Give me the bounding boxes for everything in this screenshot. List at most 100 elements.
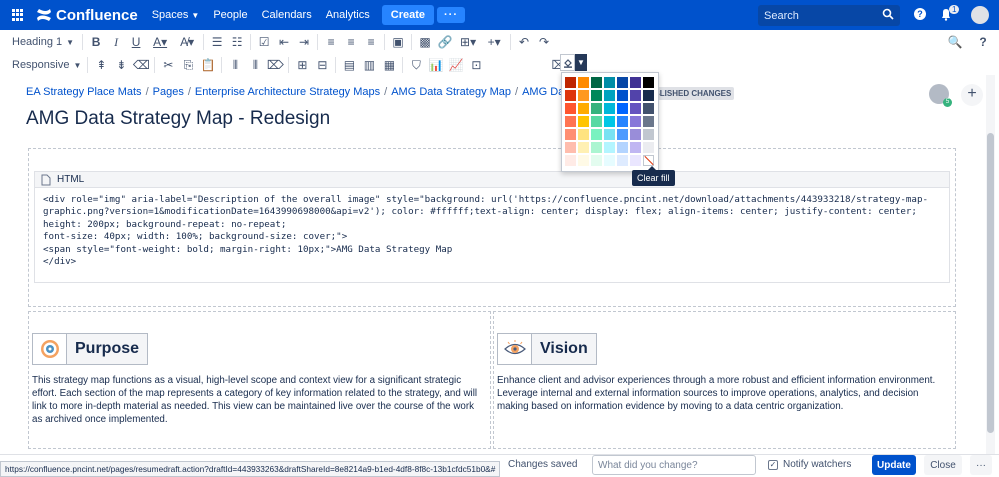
color-swatch[interactable] <box>578 116 589 127</box>
bold-icon[interactable]: B <box>86 33 106 51</box>
color-swatch[interactable] <box>591 155 602 166</box>
undo-icon[interactable]: ↶ <box>514 33 534 51</box>
color-swatch[interactable] <box>565 155 576 166</box>
color-swatch[interactable] <box>578 142 589 153</box>
image-icon[interactable]: ▩ <box>415 33 435 51</box>
color-swatch[interactable] <box>591 142 602 153</box>
color-swatch[interactable] <box>578 129 589 140</box>
clear-formatting-icon[interactable]: A̸▾ <box>174 33 200 51</box>
version-comment-input[interactable] <box>592 455 756 475</box>
color-swatch[interactable] <box>604 90 615 101</box>
color-swatch[interactable] <box>591 103 602 114</box>
user-avatar[interactable] <box>971 6 989 24</box>
scrollbar-thumb[interactable] <box>987 133 994 433</box>
row-delete-icon[interactable]: ⌫ <box>131 56 151 74</box>
color-swatch[interactable] <box>617 77 628 88</box>
page-scrollbar[interactable] <box>986 75 995 457</box>
color-swatch[interactable] <box>604 155 615 166</box>
heading-row-icon[interactable]: ▤ <box>339 56 359 74</box>
nav-spaces[interactable]: Spaces ▼ <box>152 9 200 21</box>
nav-analytics[interactable]: Analytics <box>326 9 370 21</box>
color-swatch[interactable] <box>578 155 589 166</box>
color-swatch[interactable] <box>591 129 602 140</box>
color-swatch[interactable] <box>565 142 576 153</box>
color-swatch[interactable] <box>565 90 576 101</box>
find-replace-icon[interactable]: 🔍 <box>945 33 965 51</box>
color-swatch[interactable] <box>643 129 654 140</box>
col-insert-before-icon[interactable]: ⫴ <box>225 56 245 74</box>
col-insert-after-icon[interactable]: ⫴ <box>245 56 265 74</box>
copy-row-icon[interactable]: ⎘ <box>178 56 198 74</box>
clear-fill-swatch[interactable] <box>643 155 654 166</box>
color-swatch[interactable] <box>578 77 589 88</box>
color-swatch[interactable] <box>617 155 628 166</box>
more-options-button[interactable]: ··· <box>970 455 992 475</box>
checkbox-checked-icon[interactable]: ✓ <box>768 459 778 470</box>
color-swatch[interactable] <box>630 129 641 140</box>
responsive-select[interactable]: Responsive ▼ <box>12 59 81 71</box>
color-swatch[interactable] <box>643 90 654 101</box>
bullet-list-icon[interactable]: ☰ <box>207 33 227 51</box>
color-swatch[interactable] <box>643 103 654 114</box>
html-code-block[interactable]: <div role="img" aria-label="Description … <box>34 188 950 283</box>
update-button[interactable]: Update <box>872 455 916 475</box>
color-swatch[interactable] <box>565 77 576 88</box>
table-icon[interactable]: ⊞▾ <box>455 33 481 51</box>
nav-people[interactable]: People <box>213 9 247 21</box>
number-column-icon[interactable]: ▦ <box>379 56 399 74</box>
close-button[interactable]: Close <box>924 455 962 475</box>
color-swatch[interactable] <box>630 142 641 153</box>
color-swatch[interactable] <box>630 155 641 166</box>
redo-icon[interactable]: ↷ <box>534 33 554 51</box>
color-swatch[interactable] <box>617 103 628 114</box>
html-macro-header[interactable]: HTML <box>34 171 950 188</box>
breadcrumb-item[interactable]: Enterprise Architecture Strategy Maps <box>195 86 380 98</box>
color-swatch[interactable] <box>630 77 641 88</box>
color-swatch[interactable] <box>643 77 654 88</box>
paint-bucket-icon[interactable] <box>560 54 575 71</box>
link-icon[interactable]: 🔗 <box>435 33 455 51</box>
color-swatch[interactable] <box>604 129 615 140</box>
underline-icon[interactable]: U <box>126 33 146 51</box>
color-swatch[interactable] <box>565 129 576 140</box>
outdent-icon[interactable]: ⇤ <box>274 33 294 51</box>
breadcrumb-item[interactable]: EA Strategy Place Mats <box>26 86 142 98</box>
app-switcher-icon[interactable] <box>12 9 24 21</box>
color-swatch[interactable] <box>591 116 602 127</box>
color-swatch[interactable] <box>578 90 589 101</box>
color-swatch[interactable] <box>617 142 628 153</box>
task-list-icon[interactable]: ☑ <box>254 33 274 51</box>
insert-more-icon[interactable]: +▾ <box>481 33 507 51</box>
color-swatch[interactable] <box>617 90 628 101</box>
text-color-icon[interactable]: A▾ <box>146 33 174 51</box>
row-insert-before-icon[interactable]: ⇞ <box>91 56 111 74</box>
color-swatch[interactable] <box>591 77 602 88</box>
align-left-icon[interactable]: ≡ <box>321 33 341 51</box>
color-swatch[interactable] <box>604 116 615 127</box>
color-swatch[interactable] <box>630 116 641 127</box>
table-filter-icon[interactable]: ⊡ <box>466 56 486 74</box>
heading-select[interactable]: Heading 1 ▼ <box>12 36 74 48</box>
layout-column-vision[interactable]: Vision Enhance client and advisor experi… <box>493 311 956 449</box>
color-swatch[interactable] <box>617 116 628 127</box>
help-shortcuts-icon[interactable]: ? <box>973 33 993 51</box>
align-center-icon[interactable]: ≡ <box>341 33 361 51</box>
indent-icon[interactable]: ⇥ <box>294 33 314 51</box>
numbered-list-icon[interactable]: ☷ <box>227 33 247 51</box>
invite-button[interactable]: + <box>961 84 983 106</box>
breadcrumb-item[interactable]: AMG Data Strategy Map <box>391 86 511 98</box>
notify-watchers-toggle[interactable]: ✓ Notify watchers <box>768 459 851 470</box>
create-more-button[interactable]: ··· <box>437 7 465 23</box>
layout-column-purpose[interactable]: Purpose This strategy map functions as a… <box>28 311 491 449</box>
page-layout-icon[interactable]: ▣ <box>388 33 408 51</box>
collaborator-avatar[interactable]: 5 <box>929 84 952 107</box>
color-swatch[interactable] <box>591 90 602 101</box>
cut-row-icon[interactable]: ✂ <box>158 56 178 74</box>
row-insert-after-icon[interactable]: ⇟ <box>111 56 131 74</box>
breadcrumb-item[interactable]: Pages <box>153 86 184 98</box>
align-right-icon[interactable]: ≡ <box>361 33 381 51</box>
split-cell-icon[interactable]: ⊟ <box>312 56 332 74</box>
merge-cells-icon[interactable]: ⊞ <box>292 56 312 74</box>
create-button[interactable]: Create <box>381 5 434 25</box>
italic-icon[interactable]: I <box>106 33 126 51</box>
